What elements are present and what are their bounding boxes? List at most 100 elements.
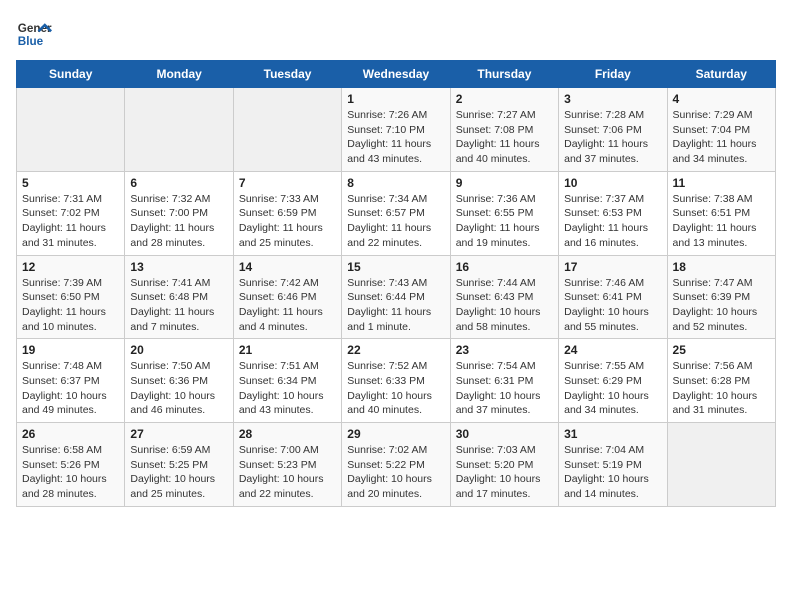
weekday-header-monday: Monday — [125, 61, 233, 88]
day-info: Sunrise: 7:54 AM Sunset: 6:31 PM Dayligh… — [456, 359, 553, 418]
day-info: Sunrise: 6:58 AM Sunset: 5:26 PM Dayligh… — [22, 443, 119, 502]
calendar-cell: 28 Sunrise: 7:00 AM Sunset: 5:23 PM Dayli… — [233, 423, 341, 507]
day-info: Sunrise: 7:33 AM Sunset: 6:59 PM Dayligh… — [239, 192, 336, 251]
day-info: Sunrise: 7:04 AM Sunset: 5:19 PM Dayligh… — [564, 443, 661, 502]
weekday-header-sunday: Sunday — [17, 61, 125, 88]
day-number: 13 — [130, 260, 227, 274]
day-number: 5 — [22, 176, 119, 190]
weekday-header-saturday: Saturday — [667, 61, 775, 88]
day-number: 10 — [564, 176, 661, 190]
day-info: Sunrise: 7:38 AM Sunset: 6:51 PM Dayligh… — [673, 192, 770, 251]
day-number: 21 — [239, 343, 336, 357]
calendar-cell: 22Sunrise: 7:52 AM Sunset: 6:33 PM Dayli… — [342, 339, 450, 423]
logo-icon: General Blue — [16, 16, 52, 52]
day-info: Sunrise: 7:51 AM Sunset: 6:34 PM Dayligh… — [239, 359, 336, 418]
calendar-cell: 27Sunrise: 6:59 AM Sunset: 5:25 PM Dayli… — [125, 423, 233, 507]
day-info: Sunrise: 7:26 AM Sunset: 7:10 PM Dayligh… — [347, 108, 444, 167]
day-info: Sunrise: 7:34 AM Sunset: 6:57 PM Dayligh… — [347, 192, 444, 251]
calendar-cell: 19Sunrise: 7:48 AM Sunset: 6:37 PM Dayli… — [17, 339, 125, 423]
day-info: Sunrise: 7:36 AM Sunset: 6:55 PM Dayligh… — [456, 192, 553, 251]
day-number: 15 — [347, 260, 444, 274]
day-number: 26 — [22, 427, 119, 441]
day-number: 23 — [456, 343, 553, 357]
calendar-week-3: 12 Sunrise: 7:39 AM Sunset: 6:50 PM Dayli… — [17, 255, 776, 339]
calendar-cell: 11 Sunrise: 7:38 AM Sunset: 6:51 PM Dayli… — [667, 171, 775, 255]
day-info: Sunrise: 7:44 AM Sunset: 6:43 PM Dayligh… — [456, 276, 553, 335]
calendar-cell: 31 Sunrise: 7:04 AM Sunset: 5:19 PM Dayli… — [559, 423, 667, 507]
day-info: Sunrise: 7:31 AM Sunset: 7:02 PM Dayligh… — [22, 192, 119, 251]
day-number: 19 — [22, 343, 119, 357]
calendar-cell: 14 Sunrise: 7:42 AM Sunset: 6:46 PM Dayli… — [233, 255, 341, 339]
day-number: 8 — [347, 176, 444, 190]
calendar-cell: 3 Sunrise: 7:28 AM Sunset: 7:06 PM Daylig… — [559, 88, 667, 172]
day-info: Sunrise: 7:27 AM Sunset: 7:08 PM Dayligh… — [456, 108, 553, 167]
svg-text:Blue: Blue — [18, 35, 44, 48]
day-info: Sunrise: 7:02 AM Sunset: 5:22 PM Dayligh… — [347, 443, 444, 502]
day-number: 12 — [22, 260, 119, 274]
day-info: Sunrise: 7:37 AM Sunset: 6:53 PM Dayligh… — [564, 192, 661, 251]
day-number: 7 — [239, 176, 336, 190]
day-number: 11 — [673, 176, 770, 190]
logo: General Blue — [16, 16, 52, 52]
calendar-cell: 6 Sunrise: 7:32 AM Sunset: 7:00 PM Daylig… — [125, 171, 233, 255]
calendar-cell — [233, 88, 341, 172]
calendar-week-4: 19Sunrise: 7:48 AM Sunset: 6:37 PM Dayli… — [17, 339, 776, 423]
day-number: 17 — [564, 260, 661, 274]
calendar-cell: 16 Sunrise: 7:44 AM Sunset: 6:43 PM Dayli… — [450, 255, 558, 339]
day-info: Sunrise: 7:56 AM Sunset: 6:28 PM Dayligh… — [673, 359, 770, 418]
day-info: Sunrise: 7:43 AM Sunset: 6:44 PM Dayligh… — [347, 276, 444, 335]
calendar-cell: 23 Sunrise: 7:54 AM Sunset: 6:31 PM Dayli… — [450, 339, 558, 423]
day-info: Sunrise: 7:55 AM Sunset: 6:29 PM Dayligh… — [564, 359, 661, 418]
day-number: 24 — [564, 343, 661, 357]
calendar-cell: 10 Sunrise: 7:37 AM Sunset: 6:53 PM Dayli… — [559, 171, 667, 255]
day-number: 4 — [673, 92, 770, 106]
day-info: Sunrise: 7:50 AM Sunset: 6:36 PM Dayligh… — [130, 359, 227, 418]
day-info: Sunrise: 7:29 AM Sunset: 7:04 PM Dayligh… — [673, 108, 770, 167]
calendar-table: SundayMondayTuesdayWednesdayThursdayFrid… — [16, 60, 776, 507]
calendar-cell: 4 Sunrise: 7:29 AM Sunset: 7:04 PM Daylig… — [667, 88, 775, 172]
day-number: 28 — [239, 427, 336, 441]
page-header: General Blue — [16, 16, 776, 52]
day-info: Sunrise: 6:59 AM Sunset: 5:25 PM Dayligh… — [130, 443, 227, 502]
weekday-header-tuesday: Tuesday — [233, 61, 341, 88]
calendar-week-2: 5 Sunrise: 7:31 AM Sunset: 7:02 PM Daylig… — [17, 171, 776, 255]
day-number: 31 — [564, 427, 661, 441]
calendar-cell: 25 Sunrise: 7:56 AM Sunset: 6:28 PM Dayli… — [667, 339, 775, 423]
day-number: 20 — [130, 343, 227, 357]
weekday-header-friday: Friday — [559, 61, 667, 88]
day-info: Sunrise: 7:00 AM Sunset: 5:23 PM Dayligh… — [239, 443, 336, 502]
day-number: 25 — [673, 343, 770, 357]
calendar-week-1: 1 Sunrise: 7:26 AM Sunset: 7:10 PM Daylig… — [17, 88, 776, 172]
day-number: 6 — [130, 176, 227, 190]
day-number: 9 — [456, 176, 553, 190]
calendar-cell: 7 Sunrise: 7:33 AM Sunset: 6:59 PM Daylig… — [233, 171, 341, 255]
weekday-header-wednesday: Wednesday — [342, 61, 450, 88]
calendar-cell — [667, 423, 775, 507]
calendar-cell: 21 Sunrise: 7:51 AM Sunset: 6:34 PM Dayli… — [233, 339, 341, 423]
calendar-cell: 2 Sunrise: 7:27 AM Sunset: 7:08 PM Daylig… — [450, 88, 558, 172]
day-number: 3 — [564, 92, 661, 106]
day-info: Sunrise: 7:52 AM Sunset: 6:33 PM Dayligh… — [347, 359, 444, 418]
calendar-cell — [17, 88, 125, 172]
day-number: 29 — [347, 427, 444, 441]
calendar-cell: 29 Sunrise: 7:02 AM Sunset: 5:22 PM Dayli… — [342, 423, 450, 507]
calendar-cell: 20 Sunrise: 7:50 AM Sunset: 6:36 PM Dayli… — [125, 339, 233, 423]
day-number: 2 — [456, 92, 553, 106]
calendar-cell — [125, 88, 233, 172]
calendar-cell: 13 Sunrise: 7:41 AM Sunset: 6:48 PM Dayli… — [125, 255, 233, 339]
day-number: 16 — [456, 260, 553, 274]
day-info: Sunrise: 7:32 AM Sunset: 7:00 PM Dayligh… — [130, 192, 227, 251]
day-number: 1 — [347, 92, 444, 106]
day-number: 30 — [456, 427, 553, 441]
day-number: 14 — [239, 260, 336, 274]
calendar-cell: 8 Sunrise: 7:34 AM Sunset: 6:57 PM Daylig… — [342, 171, 450, 255]
calendar-cell: 24 Sunrise: 7:55 AM Sunset: 6:29 PM Dayli… — [559, 339, 667, 423]
calendar-cell: 5 Sunrise: 7:31 AM Sunset: 7:02 PM Daylig… — [17, 171, 125, 255]
day-info: Sunrise: 7:41 AM Sunset: 6:48 PM Dayligh… — [130, 276, 227, 335]
day-info: Sunrise: 7:39 AM Sunset: 6:50 PM Dayligh… — [22, 276, 119, 335]
calendar-cell: 18Sunrise: 7:47 AM Sunset: 6:39 PM Dayli… — [667, 255, 775, 339]
day-number: 18 — [673, 260, 770, 274]
day-info: Sunrise: 7:42 AM Sunset: 6:46 PM Dayligh… — [239, 276, 336, 335]
day-info: Sunrise: 7:28 AM Sunset: 7:06 PM Dayligh… — [564, 108, 661, 167]
calendar-cell: 30Sunrise: 7:03 AM Sunset: 5:20 PM Dayli… — [450, 423, 558, 507]
